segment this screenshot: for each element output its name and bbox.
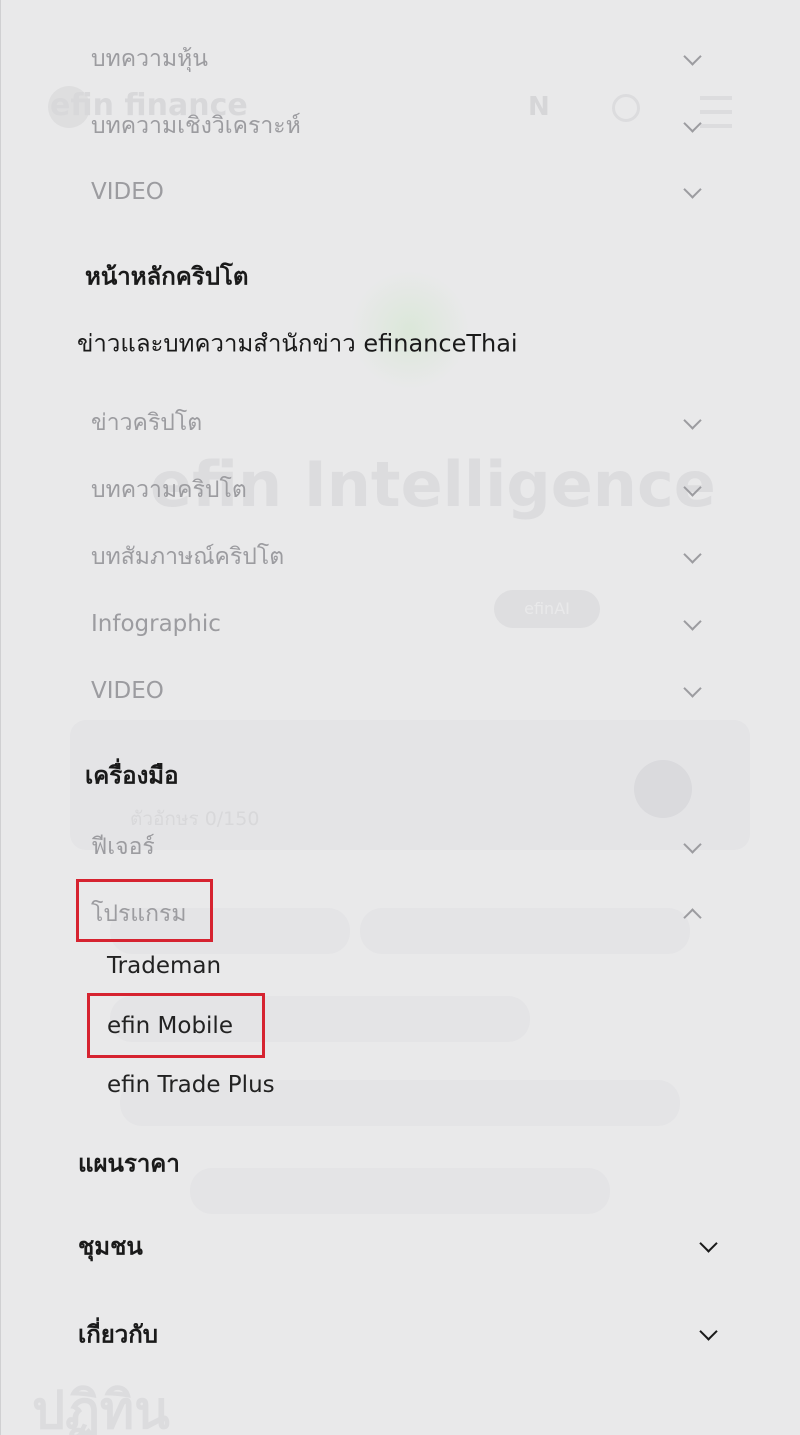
menu-item-หน้าหลักคริปโต: หน้าหลักคริปโต — [0, 251, 800, 301]
highlight-box — [87, 993, 265, 1058]
menu-item-label: Trademan — [107, 953, 222, 979]
menu-item-video[interactable]: VIDEO — [0, 666, 800, 716]
menu-item-เครื่องมือ: เครื่องมือ — [0, 750, 800, 800]
menu-item-label: ฟีเจอร์ — [91, 834, 155, 860]
menu-item-ข่าวคริปโต[interactable]: ข่าวคริปโต — [0, 398, 800, 448]
chevron-down-icon[interactable] — [699, 1234, 718, 1253]
chevron-down-icon[interactable] — [683, 612, 702, 631]
menu-item-บทความหุ้น[interactable]: บทความหุ้น — [0, 34, 800, 84]
menu-item-label: บทความคริปโต — [91, 477, 247, 503]
chevron-down-icon[interactable] — [683, 114, 702, 133]
menu-item-trademan[interactable]: Trademan — [0, 941, 800, 991]
menu-item-แผนราคา[interactable]: แผนราคา — [0, 1138, 800, 1188]
menu-item-label: ข่าวและบทความสำนักข่าว efinanceThai — [77, 329, 518, 358]
chevron-down-icon[interactable] — [683, 679, 702, 698]
menu-item-infographic[interactable]: Infographic — [0, 599, 800, 649]
menu-item-label: แผนราคา — [78, 1149, 180, 1178]
menu-item-video[interactable]: VIDEO — [0, 167, 800, 217]
menu-item-label: Infographic — [91, 611, 221, 637]
menu-item-label: VIDEO — [91, 678, 164, 704]
chevron-down-icon[interactable] — [699, 1322, 718, 1341]
menu-item-efin-trade-plus[interactable]: efin Trade Plus — [0, 1060, 800, 1110]
chevron-down-icon[interactable] — [683, 47, 702, 66]
menu-item-label: efin Trade Plus — [107, 1072, 275, 1098]
chevron-down-icon[interactable] — [683, 180, 702, 199]
chevron-up-icon[interactable] — [683, 908, 702, 927]
menu-item-บทสัมภาษณ์คริปโต[interactable]: บทสัมภาษณ์คริปโต — [0, 532, 800, 582]
menu-item-label: ชุมชน — [78, 1232, 143, 1261]
chevron-down-icon[interactable] — [683, 478, 702, 497]
menu-item-label: บทความหุ้น — [91, 46, 209, 72]
menu-item-เกี่ยวกับ[interactable]: เกี่ยวกับ — [0, 1309, 800, 1359]
menu-item-label: หน้าหลักคริปโต — [85, 262, 249, 291]
menu-item-label: ข่าวคริปโต — [91, 410, 203, 436]
chevron-down-icon[interactable] — [683, 545, 702, 564]
navigation-drawer: บทความหุ้นบทความเชิงวิเคราะห์ VIDEO หน้าหล… — [0, 0, 800, 1435]
chevron-down-icon[interactable] — [683, 411, 702, 430]
menu-item-label: เกี่ยวกับ — [78, 1320, 159, 1349]
menu-item-label: บทความเชิงวิเคราะห์ — [91, 113, 301, 139]
menu-item-ข่าวและบทความสำนักข่าว-efinancethai[interactable]: ข่าวและบทความสำนักข่าว efinanceThai — [0, 318, 800, 368]
menu-item-บทความเชิงวิเคราะห์[interactable]: บทความเชิงวิเคราะห์ — [0, 101, 800, 151]
menu-item-label: บทสัมภาษณ์คริปโต — [91, 544, 285, 570]
menu-item-label: VIDEO — [91, 179, 164, 205]
menu-item-ชุมชน[interactable]: ชุมชน — [0, 1221, 800, 1271]
menu-item-บทความคริปโต[interactable]: บทความคริปโต — [0, 465, 800, 515]
highlight-box — [76, 879, 213, 942]
menu-item-label: เครื่องมือ — [85, 761, 179, 790]
menu-item-ฟีเจอร์[interactable]: ฟีเจอร์ — [0, 822, 800, 872]
chevron-down-icon[interactable] — [683, 835, 702, 854]
